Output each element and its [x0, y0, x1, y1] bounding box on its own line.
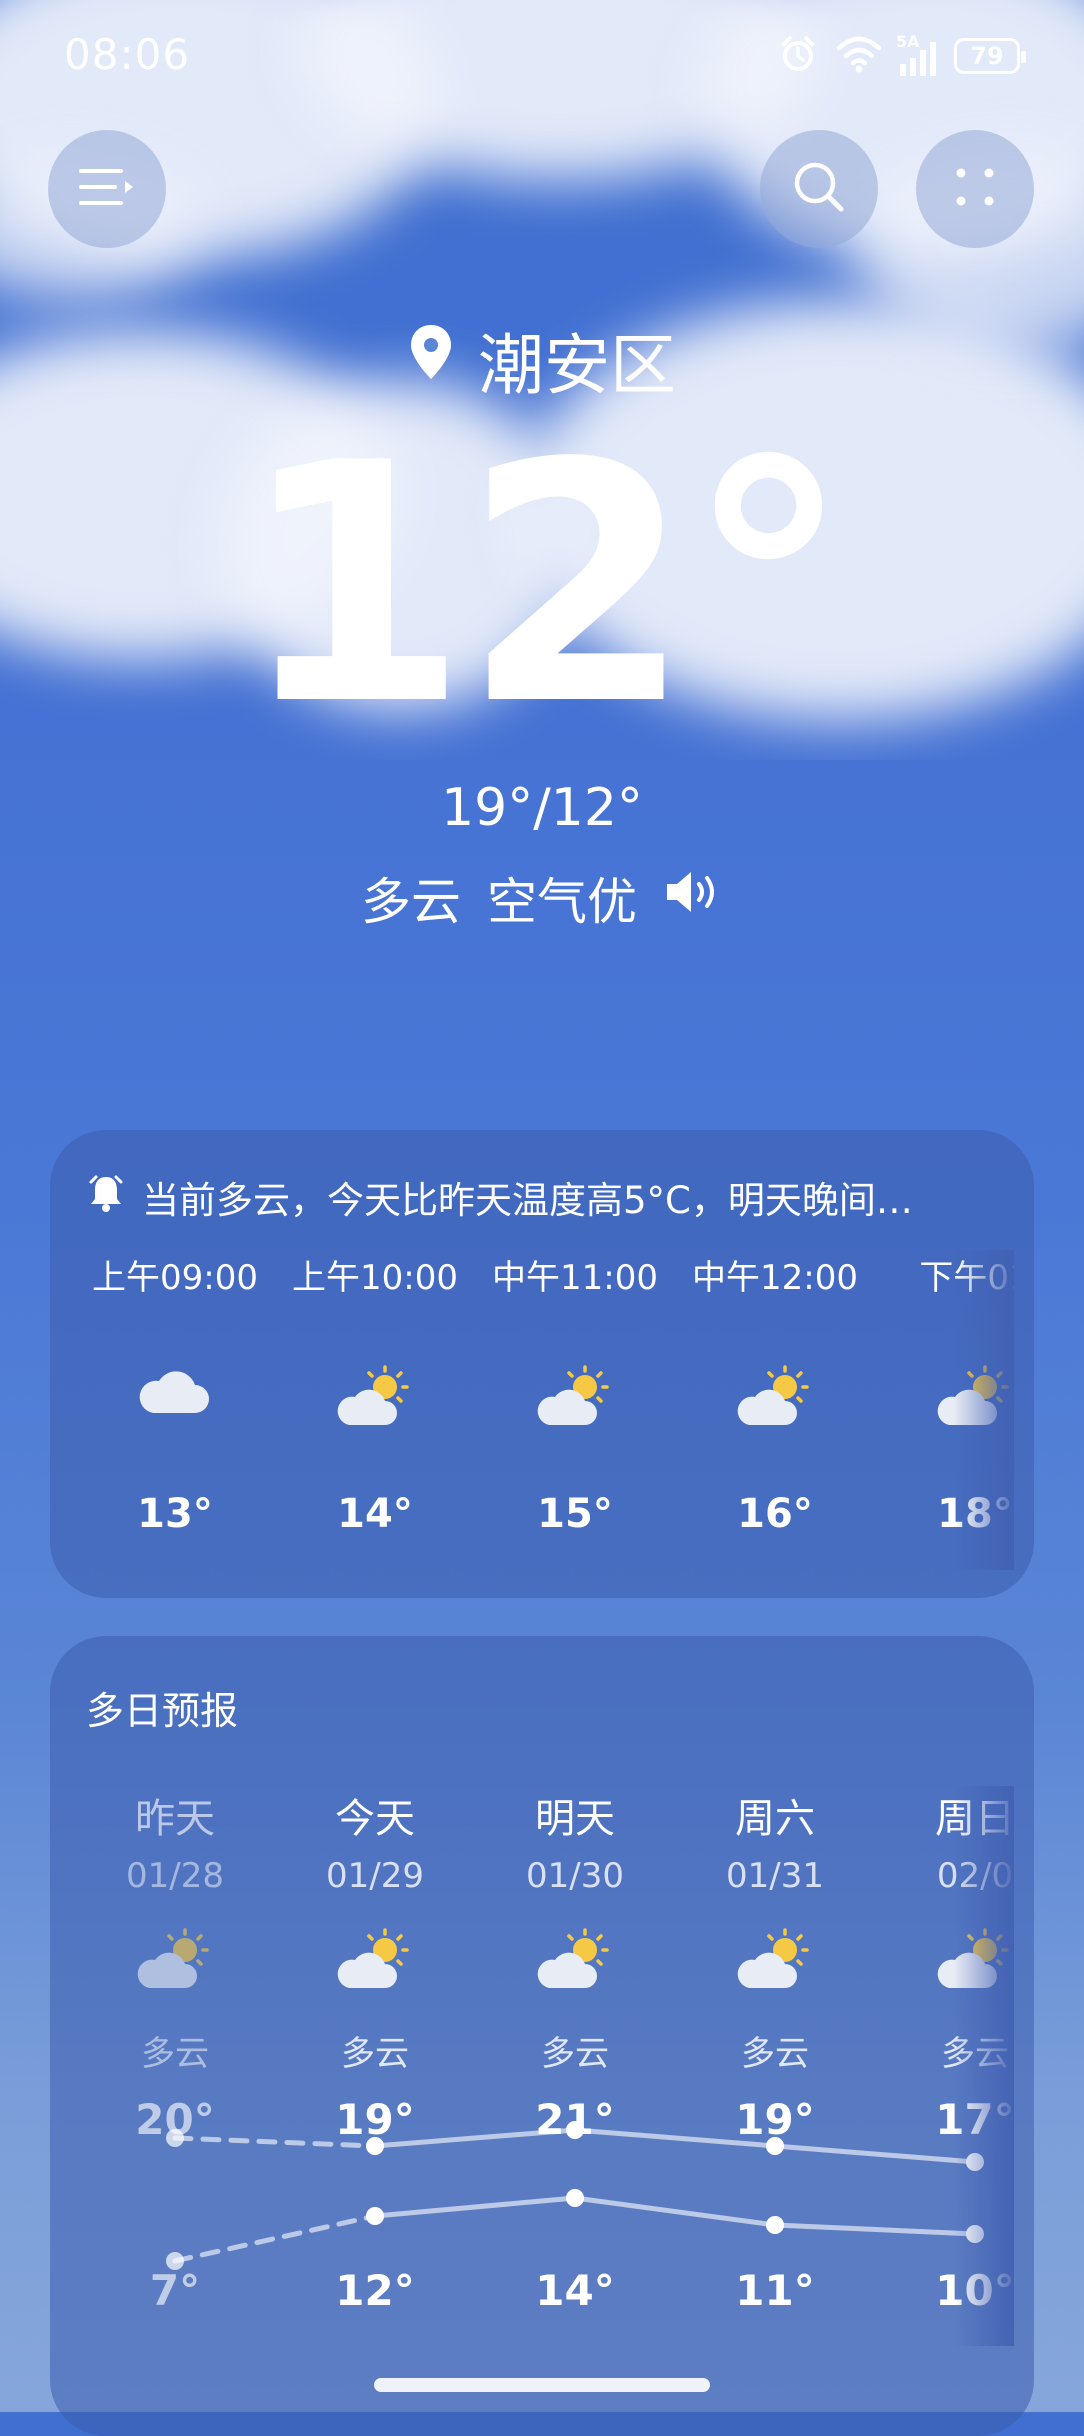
- trend-segment: [772, 2143, 978, 2165]
- hourly-item: 中午11:00 15°: [475, 1250, 675, 1537]
- battery-indicator: 79: [954, 38, 1026, 74]
- trend-segment: [372, 2195, 578, 2219]
- menu-button[interactable]: [48, 130, 166, 248]
- trend-segment: [172, 2135, 378, 2149]
- temperature-trend-chart: [166, 2121, 984, 2270]
- status-time: 08:06: [64, 30, 191, 79]
- current-temperature: 12°: [238, 393, 851, 777]
- hourly-time: 中午11:00: [492, 1258, 658, 1298]
- home-indicator[interactable]: [374, 2378, 710, 2392]
- weather-notice[interactable]: 当前多云，今天比昨天温度高5°C，明天晚间…: [88, 1170, 1008, 1224]
- scroll-fade: [954, 1786, 1014, 2346]
- day-name: 明天: [535, 1796, 615, 1842]
- bell-icon: [88, 1173, 124, 1222]
- status-bar: 08:06 5A 79: [0, 0, 1084, 110]
- current-description: 多云 空气优: [0, 862, 1084, 934]
- menu-icon: [77, 165, 137, 213]
- signal-icon: 5A: [896, 32, 936, 76]
- high-temp-point: [566, 2121, 584, 2139]
- speaker-icon[interactable]: [663, 868, 723, 928]
- partly-cloudy-icon: [735, 1926, 815, 2006]
- low-temp-point: [766, 2216, 784, 2234]
- day-low-temp: 14°: [535, 2266, 615, 2315]
- partly-cloudy-icon: [335, 1363, 415, 1443]
- trend-segment: [572, 2195, 778, 2228]
- hourly-time: 上午09:00: [92, 1258, 258, 1298]
- day-low-temp: 12°: [335, 2266, 415, 2315]
- day-condition: 多云: [541, 2034, 609, 2074]
- day-condition: 多云: [741, 2034, 809, 2074]
- alarm-icon: [778, 34, 818, 78]
- low-temp-point: [566, 2189, 584, 2207]
- day-low-temp: 11°: [735, 2266, 815, 2315]
- grid-dots-icon: [950, 162, 1000, 216]
- hourly-item: 上午10:00 14°: [275, 1250, 475, 1537]
- day-name: 周六: [735, 1796, 815, 1842]
- hourly-temp: 14°: [337, 1491, 413, 1537]
- trend-segment: [572, 2127, 778, 2149]
- partly-cloudy-icon: [535, 1363, 615, 1443]
- hourly-forecast-card: 当前多云，今天比昨天温度高5°C，明天晚间… 上午09:00 13° 上午10:…: [50, 1130, 1034, 1598]
- network-type-label: 5A: [896, 32, 920, 51]
- high-temp-point: [766, 2137, 784, 2155]
- apps-grid-button[interactable]: [916, 130, 1034, 248]
- hourly-temp: 15°: [537, 1491, 613, 1537]
- hourly-time: 中午12:00: [692, 1258, 858, 1298]
- day-date: 01/31: [726, 1856, 824, 1896]
- trend-segment: [172, 2213, 378, 2264]
- location-pin-icon: [408, 322, 454, 399]
- day-date: 01/30: [526, 1856, 624, 1896]
- high-temp-point: [166, 2129, 184, 2147]
- high-temp-point: [366, 2137, 384, 2155]
- partly-cloudy-icon: [735, 1363, 815, 1443]
- hourly-list[interactable]: 上午09:00 13° 上午10:00 14° 中午11:00 15° 中午12…: [90, 1250, 1014, 1570]
- hourly-item: 上午09:00 13°: [90, 1250, 275, 1537]
- day-name: 昨天: [135, 1796, 215, 1842]
- hourly-item: 中午12:00 16°: [675, 1250, 875, 1537]
- daily-list[interactable]: 昨天 01/28 多云 20° 今天 01/29 多云 19° 明天 01/30…: [90, 1786, 1014, 2346]
- notice-text: 当前多云，今天比昨天温度高5°C，明天晚间…: [142, 1179, 913, 1222]
- wifi-icon: [836, 34, 882, 78]
- daily-forecast-title: 多日预报: [86, 1689, 239, 1733]
- day-date: 01/29: [326, 1856, 424, 1896]
- battery-level: 79: [970, 42, 1004, 70]
- day-name: 今天: [335, 1796, 415, 1842]
- partly-cloudy-icon: [135, 1926, 215, 2006]
- hourly-time: 上午10:00: [292, 1258, 458, 1298]
- high-low-temperature: 19°/12°: [441, 778, 643, 838]
- search-button[interactable]: [760, 130, 878, 248]
- low-temp-point: [366, 2207, 384, 2225]
- partly-cloudy-icon: [535, 1926, 615, 2006]
- day-low-temp: 7°: [149, 2266, 201, 2315]
- cloud-icon: [135, 1363, 215, 1443]
- hourly-temp: 16°: [737, 1491, 813, 1537]
- day-date: 01/28: [126, 1856, 224, 1896]
- trend-segment: [772, 2222, 978, 2237]
- trend-segment: [372, 2127, 578, 2149]
- search-icon: [789, 157, 849, 221]
- air-quality[interactable]: 空气优: [487, 862, 637, 934]
- scroll-fade: [954, 1250, 1014, 1570]
- current-condition: 多云: [361, 873, 461, 931]
- partly-cloudy-icon: [335, 1926, 415, 2006]
- daily-forecast-card: 多日预报 昨天 01/28 多云 20° 今天 01/29 多云 19° 明天 …: [50, 1636, 1034, 2436]
- hourly-temp: 13°: [137, 1491, 213, 1537]
- day-condition: 多云: [341, 2034, 409, 2074]
- day-condition: 多云: [141, 2034, 209, 2074]
